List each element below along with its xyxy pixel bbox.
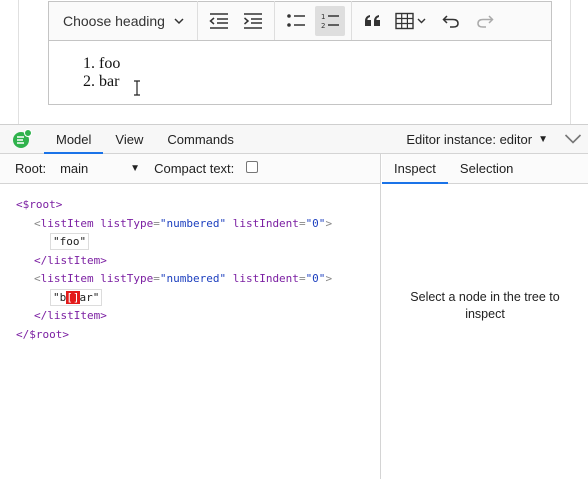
attribute-name: listIndent: [232, 216, 299, 230]
text-node-box: "b[]ar": [50, 288, 103, 306]
list-item: bar: [99, 73, 551, 91]
indent-icon: [244, 13, 262, 29]
model-tree: <$root> <listItem listType="numbered" li…: [0, 184, 380, 344]
model-options-bar: Root: main ▼ Compact text:: [0, 154, 380, 184]
outdent-button[interactable]: [204, 6, 234, 36]
attribute-name: listIndent: [232, 272, 299, 285]
collapse-inspector-button[interactable]: [558, 125, 588, 153]
tab-selection[interactable]: Selection: [448, 154, 525, 183]
tree-element-close[interactable]: </listItem>: [16, 307, 380, 326]
tab-label: Model: [56, 131, 92, 147]
toolbar-separator: [351, 1, 352, 41]
list-item: foo: [99, 55, 551, 73]
tab-commands[interactable]: Commands: [155, 125, 245, 153]
tab-inspect[interactable]: Inspect: [382, 154, 448, 184]
editor-instance-value: editor: [499, 131, 533, 147]
indent-button[interactable]: [238, 6, 268, 36]
insert-table-button[interactable]: [392, 6, 432, 36]
attribute-value: "numbered": [159, 272, 227, 285]
bulleted-list-icon: [287, 14, 305, 27]
tab-label: Selection: [459, 161, 514, 176]
svg-text:2: 2: [321, 22, 325, 30]
undo-button[interactable]: [436, 6, 466, 36]
tab-label: Inspect: [394, 161, 436, 176]
tree-root-open[interactable]: <$root>: [16, 196, 380, 215]
compact-text-checkbox[interactable]: [246, 160, 259, 173]
editor-instance-label: Editor instance:: [406, 131, 496, 147]
inspector-panes: Root: main ▼ Compact text: <$root> <list…: [0, 154, 588, 479]
table-icon: [395, 12, 426, 30]
page-border-left: [18, 0, 19, 124]
caret-down-icon: ▼: [130, 163, 141, 174]
heading-dropdown-label: Choose heading: [63, 13, 165, 29]
attribute-value: "numbered": [159, 216, 227, 230]
redo-icon: [477, 15, 494, 28]
inspector-panel: Model View Commands Editor instance: edi…: [0, 124, 588, 479]
text-cursor-icon: [134, 80, 140, 96]
quote-icon: [365, 15, 380, 26]
redo-button[interactable]: [470, 6, 500, 36]
root-label: Root:: [15, 161, 47, 176]
tab-label: View: [115, 131, 144, 147]
compact-text-label: Compact text:: [154, 161, 235, 176]
undo-icon: [442, 15, 459, 28]
attribute-value: "0": [305, 216, 326, 230]
inspect-hint: Select a node in the tree to inspect: [410, 290, 560, 321]
numbered-list: foo bar: [49, 55, 551, 91]
tab-view[interactable]: View: [103, 125, 155, 153]
chevron-down-icon: [174, 18, 184, 25]
editor-content[interactable]: foo bar: [48, 40, 552, 105]
tab-label: Commands: [167, 131, 234, 147]
tree-root-close[interactable]: </$root>: [16, 326, 380, 345]
inspect-pane: Inspect Selection Select a node in the t…: [382, 154, 588, 479]
text-node-box: "foo": [50, 233, 90, 250]
editor-area: Choose heading 1 2 1. foo 2. bar: [0, 0, 588, 124]
tree-element-open[interactable]: <listItem listType="numbered" listIndent…: [16, 270, 380, 289]
caret-down-icon: ▼: [538, 133, 548, 145]
element-close-tag: </listItem>: [34, 253, 107, 267]
attribute-name: listType: [100, 216, 154, 230]
element-close-tag: </listItem>: [34, 309, 107, 322]
editor-toolbar: Choose heading 1 2: [48, 1, 552, 41]
attribute-name: listType: [100, 272, 154, 285]
numbered-list-button[interactable]: 1 2: [315, 6, 345, 36]
outdent-icon: [209, 13, 228, 29]
attribute-value: "0": [305, 272, 326, 285]
root-open-tag: <$root>: [16, 198, 63, 211]
page-border-right: [570, 0, 571, 124]
editor-instance-select[interactable]: Editor instance: editor ▼: [406, 125, 558, 153]
text-node-content: "b: [53, 290, 67, 304]
text-node-content: ar": [79, 290, 100, 304]
root-close-tag: </$root>: [16, 327, 69, 341]
model-tree-pane: Root: main ▼ Compact text: <$root> <list…: [0, 154, 381, 479]
tab-model[interactable]: Model: [44, 125, 104, 154]
bulleted-list-button[interactable]: [281, 6, 311, 36]
tree-element-close[interactable]: </listItem>: [16, 252, 380, 271]
numbered-list-icon: 1 2: [321, 13, 339, 30]
heading-dropdown[interactable]: Choose heading: [53, 3, 193, 39]
element-name: listItem: [40, 216, 94, 230]
ckeditor-logo: [0, 125, 44, 153]
tree-text-node[interactable]: "b[]ar": [16, 288, 380, 308]
selection-marker: []: [66, 290, 80, 304]
tree-text-node[interactable]: "foo": [16, 233, 380, 252]
element-name: listItem: [40, 272, 94, 285]
tree-element-open[interactable]: <listItem listType="numbered" listIndent…: [16, 215, 380, 234]
inspector-tabbar: Model View Commands Editor instance: edi…: [0, 125, 588, 154]
toolbar-separator: [274, 1, 275, 41]
chevron-down-icon: [564, 134, 582, 144]
root-select-value: main: [60, 161, 89, 176]
ckeditor-logo-icon: [13, 129, 32, 148]
root-select[interactable]: main ▼: [60, 161, 140, 176]
inspect-tabbar: Inspect Selection: [382, 154, 588, 184]
text-node-content: "foo": [53, 235, 87, 248]
block-quote-button[interactable]: [358, 6, 388, 36]
toolbar-separator: [197, 1, 198, 41]
svg-text:1: 1: [321, 13, 325, 21]
